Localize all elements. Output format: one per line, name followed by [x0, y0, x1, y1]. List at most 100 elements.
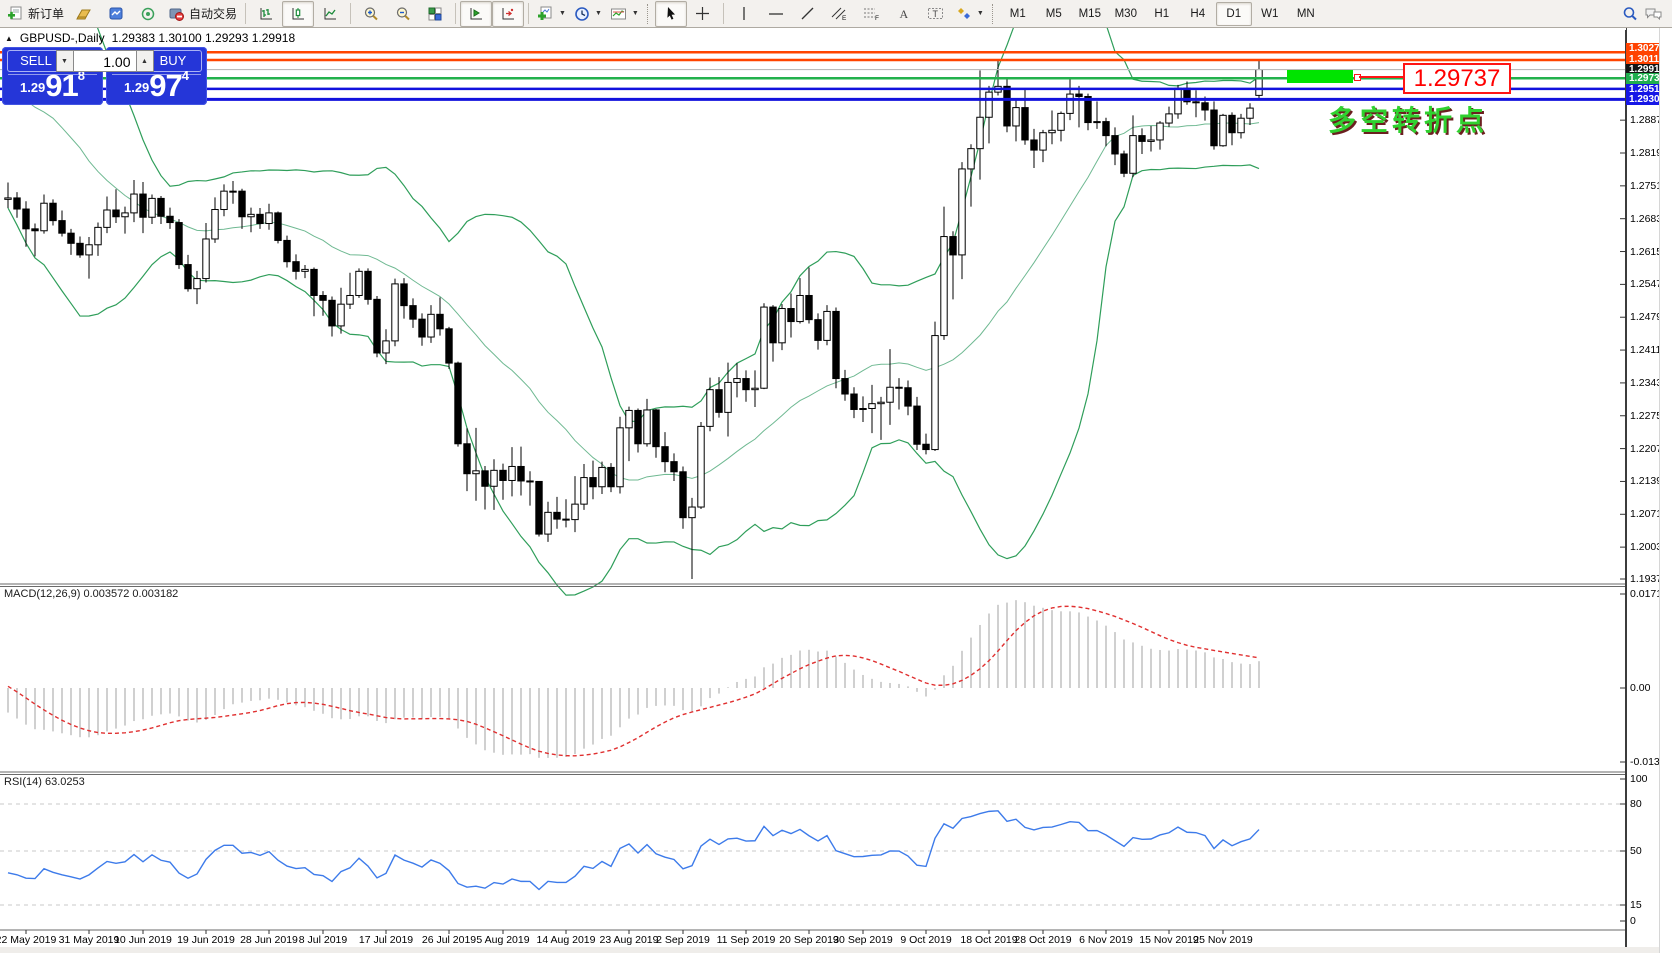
periods-button[interactable]: ▼	[570, 1, 606, 27]
bear-candle	[59, 221, 65, 234]
crosshair-button[interactable]	[687, 1, 719, 27]
bear-candle	[743, 379, 749, 390]
templates-button[interactable]: ▼	[606, 1, 643, 27]
timeframe-w1-button[interactable]: W1	[1252, 2, 1288, 26]
volume-increase-button[interactable]: ▲	[136, 50, 154, 72]
bull-candle	[95, 227, 101, 244]
trendline-icon	[800, 6, 815, 21]
bear-candle	[311, 269, 317, 295]
text-button[interactable]: A	[888, 1, 920, 27]
bear-candle	[662, 447, 668, 462]
bull-candle	[41, 203, 47, 231]
timeframe-m1-button[interactable]: M1	[1000, 2, 1036, 26]
bull-candle	[932, 336, 938, 450]
bear-candle	[140, 194, 146, 217]
toolbar-separator	[528, 3, 529, 24]
bear-candle	[680, 472, 686, 518]
bear-candle	[1004, 86, 1010, 126]
toolbar-grip	[992, 4, 996, 24]
bull-candle	[1058, 113, 1064, 130]
timeframe-h1-button[interactable]: H1	[1144, 2, 1180, 26]
bull-candle	[131, 194, 137, 213]
bull-candle	[248, 214, 254, 216]
sell-price-big: 91	[45, 68, 77, 103]
date-tick-label: 9 Oct 2019	[900, 934, 951, 946]
bull-candle	[1067, 94, 1073, 113]
bear-candle	[23, 209, 29, 229]
price-callout-label[interactable]: 1.29737	[1403, 63, 1511, 94]
equidistant-channel-button[interactable]: E	[824, 1, 856, 27]
search-icon[interactable]	[1622, 6, 1638, 22]
profiles-button[interactable]	[68, 1, 100, 27]
trendline-button[interactable]	[792, 1, 824, 27]
tile-windows-button[interactable]	[419, 1, 451, 27]
date-tick-label: 25 Nov 2019	[1193, 934, 1253, 946]
bull-candle	[869, 404, 875, 409]
alerts-button[interactable]	[132, 1, 164, 27]
horizontal-line-button[interactable]	[760, 1, 792, 27]
toolbar-separator	[723, 3, 724, 24]
bull-candle	[734, 379, 740, 383]
bull-candle	[986, 92, 992, 117]
vertical-line-button[interactable]	[728, 1, 760, 27]
market-watch-button[interactable]	[100, 1, 132, 27]
zoom-out-button[interactable]	[387, 1, 419, 27]
new-order-button[interactable]: 新订单	[3, 1, 68, 27]
timeframe-h4-button[interactable]: H4	[1180, 2, 1216, 26]
bull-candle	[1238, 118, 1244, 132]
timeframe-d1-button[interactable]: D1	[1216, 2, 1252, 26]
bear-candle	[536, 481, 542, 534]
bull-candle	[761, 307, 767, 388]
zoom-in-icon	[363, 6, 379, 22]
date-tick-label: 17 Jul 2019	[359, 934, 413, 946]
chart-shift-icon	[500, 6, 516, 22]
auto-scroll-button[interactable]	[460, 1, 492, 27]
dropdown-caret: ▼	[632, 10, 639, 17]
chart-plot-area[interactable]	[0, 0, 1626, 947]
bull-candle	[644, 410, 650, 444]
date-tick-label: 6 Nov 2019	[1079, 934, 1133, 946]
arrows-button[interactable]: ▼	[952, 1, 988, 27]
timeframe-m15-button[interactable]: M15	[1072, 2, 1108, 26]
buy-price: 1.29974	[106, 68, 207, 104]
indicators-button[interactable]: ▼	[533, 1, 570, 27]
panel-collapse-icon[interactable]: ▲	[5, 34, 13, 43]
timeframe-m5-button[interactable]: M5	[1036, 2, 1072, 26]
timeframe-m30-button[interactable]: M30	[1108, 2, 1144, 26]
bear-candle	[806, 295, 812, 319]
rsi-tick-label: 50	[1630, 845, 1642, 857]
bear-candle	[275, 213, 281, 241]
line-chart-button[interactable]	[314, 1, 346, 27]
text-label-button[interactable]: T	[920, 1, 952, 27]
autotrading-button[interactable]: 自动交易	[164, 1, 241, 27]
bull-candle	[968, 149, 974, 169]
bear-candle	[1103, 122, 1109, 136]
turning-point-annotation[interactable]: 多空转折点	[1328, 99, 1488, 139]
bear-candle	[770, 307, 776, 343]
date-tick-label: 10 Jun 2019	[114, 934, 172, 946]
fibonacci-icon: F	[863, 6, 880, 21]
date-tick-label: 31 May 2019	[59, 934, 120, 946]
date-tick-label: 22 May 2019	[0, 934, 56, 946]
cursor-button[interactable]	[655, 1, 687, 27]
timeframe-mn-button[interactable]: MN	[1288, 2, 1324, 26]
bar-chart-icon	[258, 6, 274, 22]
candlestick-chart-button[interactable]	[282, 1, 314, 27]
bull-candle	[509, 466, 515, 480]
indicators-icon	[537, 6, 554, 22]
volume-input[interactable]: 1.00	[74, 50, 136, 72]
bar-chart-button[interactable]	[250, 1, 282, 27]
bear-candle	[14, 198, 20, 209]
volume-decrease-button[interactable]: ▼	[56, 50, 74, 72]
dropdown-caret: ▼	[595, 10, 602, 17]
bear-candle	[284, 240, 290, 261]
chart-shift-button[interactable]	[492, 1, 524, 27]
chat-icon[interactable]	[1644, 6, 1663, 22]
bull-candle	[1175, 88, 1181, 114]
zoom-out-icon	[395, 6, 411, 22]
bear-candle	[635, 410, 641, 443]
fibonacci-button[interactable]: F	[856, 1, 888, 27]
zoom-in-button[interactable]	[355, 1, 387, 27]
highlight-rectangle[interactable]	[1287, 70, 1353, 83]
bear-candle	[608, 467, 614, 486]
